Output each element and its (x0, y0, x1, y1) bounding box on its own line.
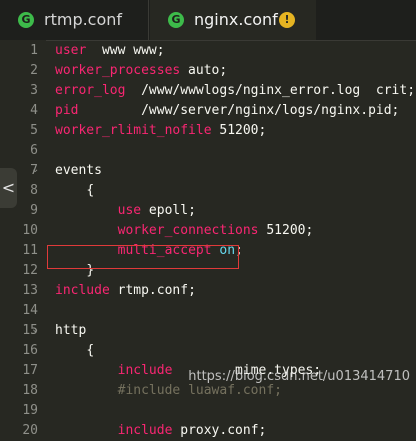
line-number: 17 (22, 363, 38, 378)
line-number: 12 (22, 263, 38, 278)
code-text: epoll; (141, 203, 196, 218)
code-directive: use (117, 203, 142, 218)
code-line: include proxy.conf; (55, 421, 267, 441)
code-text: /www/wwwlogs/nginx_error.log crit; (125, 83, 416, 98)
code-directive: include (55, 283, 110, 298)
code-directive: include (117, 423, 173, 438)
tab-label: nginx.conf (194, 10, 278, 29)
code-line: use epoll; (55, 201, 196, 221)
line-number: 18 (22, 383, 38, 398)
code-directive: pid (55, 103, 79, 118)
code-text: 51200; (258, 223, 314, 238)
tab-label: rtmp.conf (44, 10, 123, 29)
line-number: 2 (30, 63, 38, 78)
tab-bar: G rtmp.conf G nginx.conf ! (0, 0, 416, 41)
code-directive: worker_connections (117, 223, 259, 238)
code-comment: #include luawaf.conf; (117, 383, 282, 398)
line-number: 4 (30, 103, 38, 118)
code-directive: error_log (55, 83, 126, 98)
code-line: { (55, 341, 94, 361)
code-line: include rtmp.conf; (55, 281, 196, 301)
code-line: pid /www/server/nginx/logs/nginx.pid; (55, 101, 399, 121)
warning-icon: ! (279, 12, 295, 28)
code-line: error_log /www/wwwlogs/nginx_error.log c… (55, 81, 415, 101)
code-editor[interactable]: user www www; worker_processes auto; error… (55, 40, 416, 438)
code-line: worker_rlimit_nofile 51200; (55, 121, 266, 141)
code-text: 51200; (211, 123, 267, 138)
code-text: rtmp.conf; (109, 283, 196, 298)
line-number: 19 (22, 403, 38, 418)
code-line: #include luawaf.conf; (55, 381, 282, 401)
code-text: http (55, 323, 87, 338)
code-text: /www/server/nginx/logs/nginx.pid; (78, 103, 400, 118)
code-line: events (55, 161, 102, 181)
line-number: 3 (30, 83, 38, 98)
file-type-icon: G (18, 12, 34, 28)
tab-rtmp-conf[interactable]: G rtmp.conf (0, 0, 149, 40)
highlight-box (47, 245, 239, 269)
code-line: worker_connections 51200; (55, 221, 314, 241)
code-directive: user (55, 43, 87, 58)
code-directive: worker_rlimit_nofile (55, 123, 212, 138)
line-number: 11 (22, 243, 38, 258)
code-line: http (55, 321, 86, 341)
tab-nginx-conf[interactable]: G nginx.conf ! (150, 0, 316, 40)
code-text: proxy.conf; (172, 423, 267, 438)
code-line: worker_processes auto; (55, 61, 227, 81)
line-number: 13 (22, 283, 38, 298)
watermark: https://blog.csdn.net/u013414710 (188, 369, 410, 384)
code-text: { (86, 183, 95, 198)
code-text: events (55, 163, 102, 178)
code-text: { (86, 343, 95, 358)
code-line: { (55, 181, 94, 201)
line-number: 16 (22, 343, 38, 358)
line-number: 10 (22, 223, 38, 238)
line-number: 1 (30, 43, 38, 58)
fold-chevron-icon[interactable]: ⌄ (31, 160, 41, 180)
code-directive: include (117, 363, 173, 378)
line-number: 5 (30, 123, 38, 138)
code-directive: worker_processes (55, 63, 181, 78)
line-number: 14 (22, 303, 38, 318)
code-text: auto; (180, 63, 228, 78)
line-number: 6 (30, 143, 38, 158)
code-text: www www; (86, 43, 165, 58)
file-type-icon: G (168, 12, 184, 28)
fold-chevron-icon[interactable]: ⌄ (31, 320, 41, 340)
line-number: 20 (22, 423, 38, 438)
code-line: user www www; (55, 41, 165, 61)
line-number-gutter: 1 2 3 4 5 6 7 8 9 10 11 12 13 14 15 16 17 18 19 20 (0, 40, 46, 438)
collapse-sidebar-handle[interactable]: < (0, 168, 17, 208)
